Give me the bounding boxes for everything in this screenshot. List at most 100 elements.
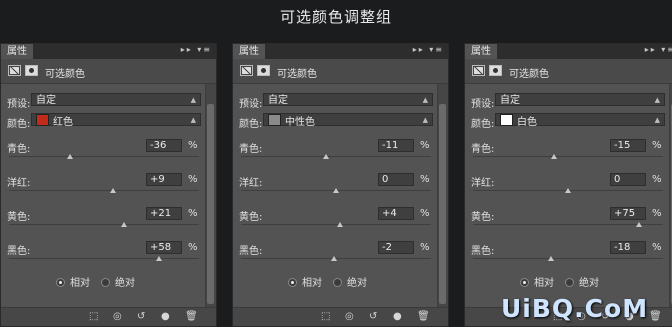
panel-menu-icon[interactable]: ▸▸ ▾≡ [645, 45, 672, 54]
clip-to-layer-icon[interactable]: ⬚ [321, 311, 330, 322]
radio-unselected-icon [333, 278, 342, 287]
trash-icon[interactable]: 🗑 [185, 311, 198, 322]
slider-knob[interactable] [547, 256, 554, 261]
slider-track[interactable] [9, 190, 199, 191]
colors-select[interactable]: 中性色 ▲ [263, 113, 433, 128]
radio-selected-icon [288, 278, 297, 287]
radio-relative-label: 相对 [302, 278, 322, 289]
percent-label: % [420, 242, 430, 253]
reset-icon[interactable]: ↺ [369, 311, 377, 322]
slider-label: 黑色: [471, 246, 495, 257]
slider-value-input[interactable]: -2 [378, 241, 414, 254]
slider-track[interactable] [9, 258, 199, 259]
slider-value-input[interactable]: -11 [378, 139, 414, 152]
radio-relative-label: 相对 [534, 278, 554, 289]
layer-mask-icon[interactable] [257, 65, 270, 76]
radio-absolute[interactable]: 绝对 [101, 274, 135, 289]
adjustment-layer-icon[interactable] [240, 65, 253, 76]
visibility-eye-icon[interactable]: ● [161, 311, 170, 322]
colors-label: 颜色: [471, 119, 495, 130]
radio-absolute[interactable]: 绝对 [333, 274, 367, 289]
slider-knob[interactable] [66, 154, 73, 159]
preset-label: 预设: [239, 99, 263, 110]
radio-relative[interactable]: 相对 [520, 274, 554, 289]
tab-properties[interactable]: 属性 [1, 44, 33, 59]
slider-value-input[interactable]: +4 [378, 207, 414, 220]
slider-value-input[interactable]: -18 [610, 241, 646, 254]
color-swatch [500, 114, 513, 126]
slider-knob[interactable] [565, 188, 571, 193]
color-swatch [36, 114, 49, 126]
slider-knob[interactable] [109, 188, 116, 193]
panel-body: 预设: 自定 ▲ 颜色: 白色 ▲ 青色: -15 % 洋红: 0 % 黄色: … [465, 84, 671, 308]
panel-menu-icon[interactable]: ▸▸ ▾≡ [181, 45, 212, 54]
slider-track[interactable] [241, 156, 431, 157]
adjustment-title: 可选颜色 [277, 69, 317, 80]
slider-knob[interactable] [636, 222, 643, 227]
slider-knob[interactable] [333, 188, 339, 193]
percent-label: % [652, 208, 662, 219]
radio-relative[interactable]: 相对 [56, 274, 90, 289]
radio-absolute[interactable]: 绝对 [565, 274, 599, 289]
dropdown-arrows-icon: ▲ [654, 96, 660, 104]
slider-track[interactable] [473, 156, 663, 157]
view-previous-icon[interactable]: ◎ [113, 311, 122, 322]
layer-mask-icon[interactable] [489, 65, 502, 76]
slider-knob[interactable] [322, 154, 329, 159]
dropdown-arrows-icon: ▲ [422, 96, 428, 104]
preset-select[interactable]: 自定 ▲ [495, 93, 665, 106]
slider-knob[interactable] [550, 154, 557, 159]
percent-label: % [652, 174, 662, 185]
slider-value-input[interactable]: +9 [146, 173, 182, 186]
tab-properties[interactable]: 属性 [233, 44, 265, 59]
adjustment-layer-icon[interactable] [472, 65, 485, 76]
preset-value: 自定 [36, 95, 56, 106]
slider-label: 洋红: [239, 178, 263, 189]
slider-track[interactable] [473, 258, 663, 259]
panel-tabbar: 属性 ▸▸ ▾≡ [465, 44, 672, 59]
colors-label: 颜色: [239, 119, 263, 130]
scrollbar[interactable] [437, 84, 448, 308]
colors-select[interactable]: 红色 ▲ [31, 113, 201, 128]
preset-select[interactable]: 自定 ▲ [263, 93, 433, 106]
visibility-eye-icon[interactable]: ● [393, 311, 402, 322]
dropdown-arrows-icon: ▲ [190, 96, 196, 104]
scrollbar[interactable] [205, 84, 216, 308]
scrollbar-thumb[interactable] [207, 104, 214, 304]
slider-value-input[interactable]: -36 [146, 139, 182, 152]
radio-relative[interactable]: 相对 [288, 274, 322, 289]
colors-select[interactable]: 白色 ▲ [495, 113, 665, 128]
slider-track[interactable] [9, 224, 199, 225]
radio-selected-icon [56, 278, 65, 287]
slider-value-input[interactable]: +21 [146, 207, 182, 220]
view-previous-icon[interactable]: ◎ [345, 311, 354, 322]
panel-footer: ⬚ ◎ ↺ ● 🗑 [233, 307, 448, 326]
panel-footer: ⬚ ◎ ↺ ● 🗑 [1, 307, 216, 326]
slider-track[interactable] [473, 224, 663, 225]
adjustment-layer-icon[interactable] [8, 65, 21, 76]
trash-icon[interactable]: 🗑 [649, 311, 662, 322]
tab-properties[interactable]: 属性 [465, 44, 497, 59]
slider-value-input[interactable]: -15 [610, 139, 646, 152]
slider-value-input[interactable]: +58 [146, 241, 182, 254]
slider-knob[interactable] [331, 256, 338, 261]
slider-value-input[interactable]: +75 [610, 207, 646, 220]
slider-knob[interactable] [156, 256, 163, 261]
color-value: 中性色 [285, 117, 315, 128]
slider-knob[interactable] [120, 222, 127, 227]
slider-track[interactable] [9, 156, 199, 157]
percent-label: % [188, 208, 198, 219]
properties-panel: 属性 ▸▸ ▾≡ 可选颜色 预设: 自定 ▲ 颜色: 红色 ▲ 青色: -36 … [0, 43, 217, 327]
panel-menu-icon[interactable]: ▸▸ ▾≡ [413, 45, 444, 54]
layer-mask-icon[interactable] [25, 65, 38, 76]
reset-icon[interactable]: ↺ [137, 311, 145, 322]
slider-value-input[interactable]: 0 [610, 173, 646, 186]
dropdown-arrows-icon: ▲ [190, 116, 196, 124]
trash-icon[interactable]: 🗑 [417, 311, 430, 322]
scrollbar-thumb[interactable] [439, 104, 446, 304]
slider-value-input[interactable]: 0 [378, 173, 414, 186]
slider-knob[interactable] [336, 222, 343, 227]
clip-to-layer-icon[interactable]: ⬚ [89, 311, 98, 322]
preset-select[interactable]: 自定 ▲ [31, 93, 201, 106]
dropdown-arrows-icon: ▲ [422, 116, 428, 124]
